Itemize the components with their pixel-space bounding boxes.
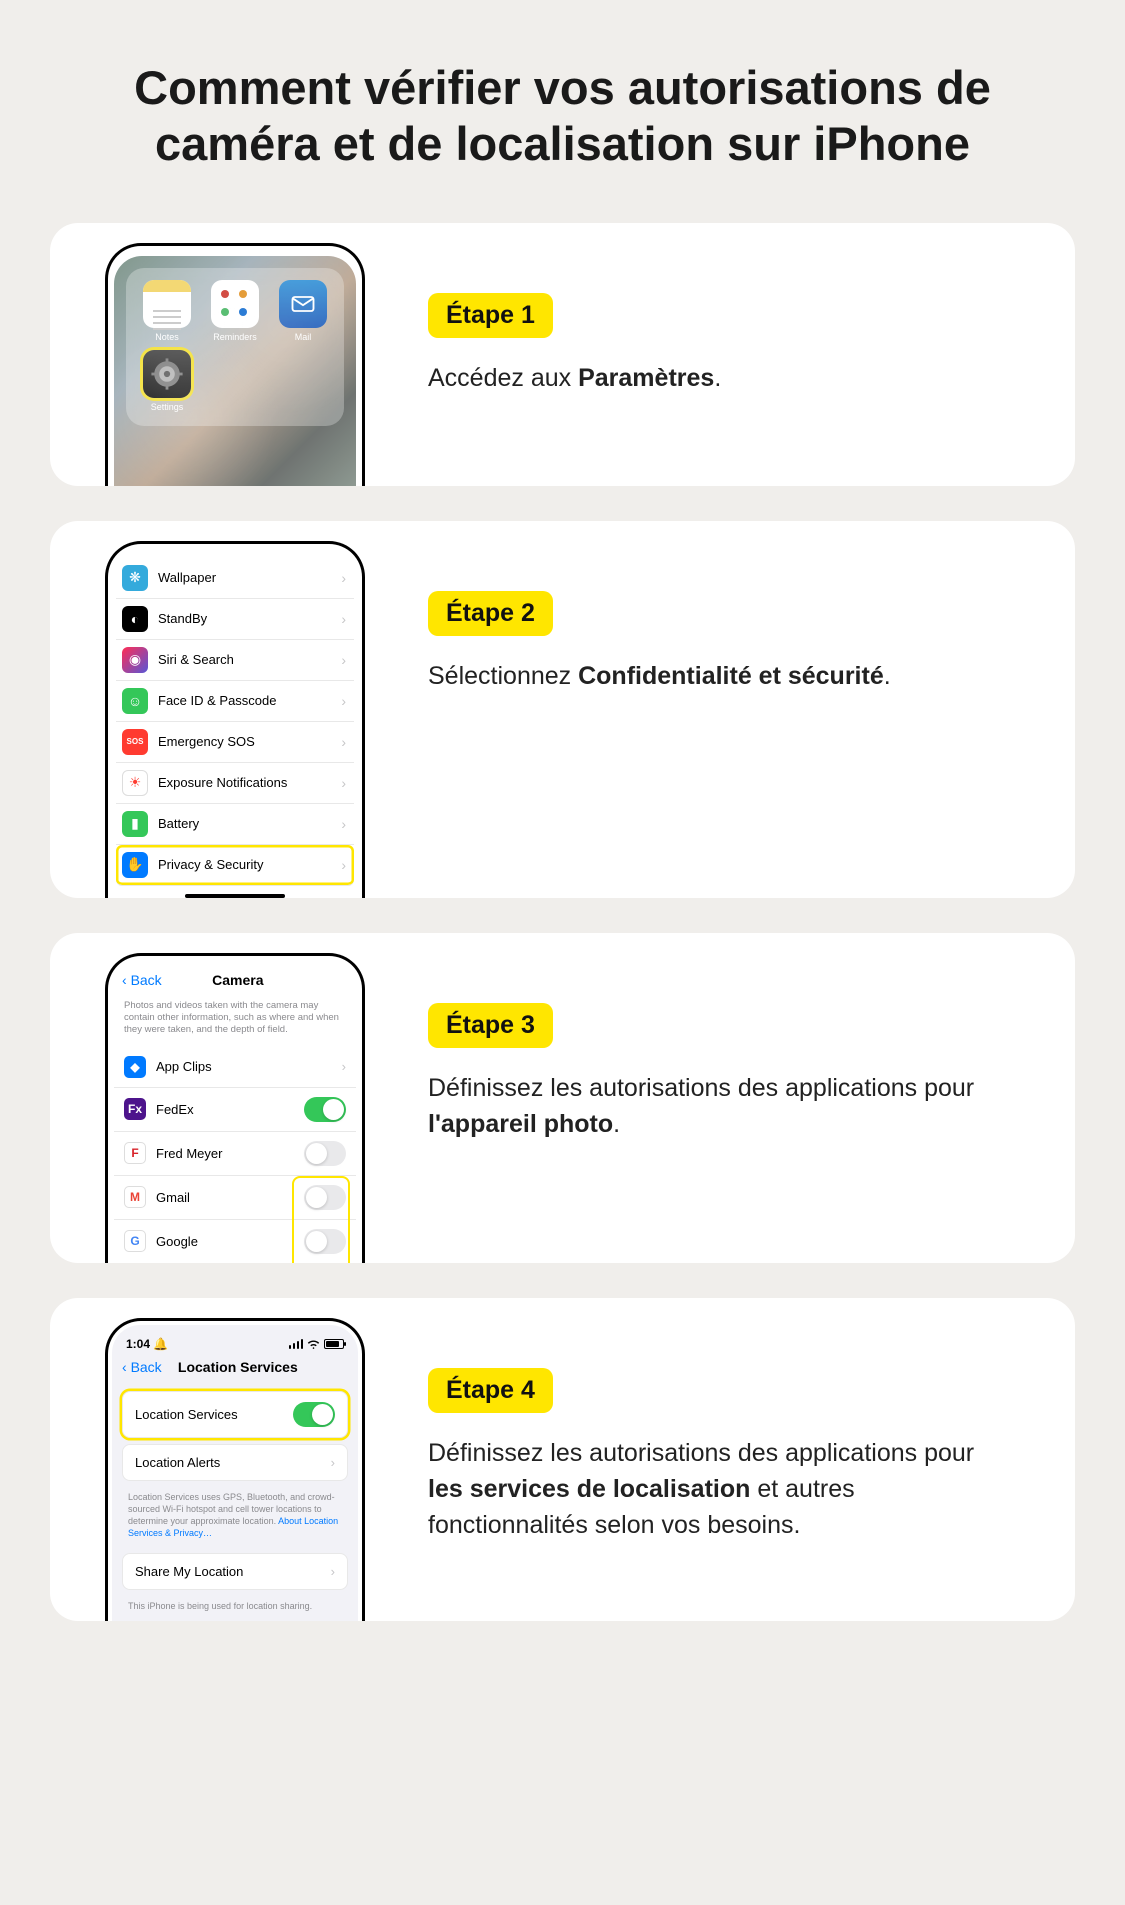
row-icon: ☺: [122, 688, 148, 714]
step-desc: Accédez aux Paramètres.: [428, 360, 1015, 396]
app-icon: ◆: [124, 1056, 146, 1078]
row-icon: ❋: [122, 565, 148, 591]
row-label: Emergency SOS: [158, 734, 255, 749]
chevron-right-icon: ›: [341, 775, 346, 791]
step-2-card: ❋ Wallpaper › ◐ StandBy › ◉ Siri & Search › ☺ Face…: [50, 521, 1075, 898]
step-badge: Étape 4: [428, 1368, 553, 1413]
permission-toggle[interactable]: [304, 1097, 346, 1122]
share-location-row[interactable]: Share My Location›: [123, 1554, 347, 1589]
phone-mock-step3: ‹ Back Camera Photos and videos taken wi…: [105, 953, 365, 1263]
app-permission-row[interactable]: Fx FedEx: [114, 1087, 356, 1131]
signal-icon: [289, 1339, 304, 1349]
location-title: Location Services: [128, 1359, 348, 1375]
step-3-card: ‹ Back Camera Photos and videos taken wi…: [50, 933, 1075, 1263]
location-footer: Location Services uses GPS, Bluetooth, a…: [114, 1487, 356, 1548]
app-name: App Clips: [156, 1059, 212, 1074]
location-toggle[interactable]: [293, 1402, 335, 1427]
camera-note: Photos and videos taken with the camera …: [114, 998, 356, 1047]
row-label: Face ID & Passcode: [158, 693, 277, 708]
chevron-right-icon: ›: [341, 816, 346, 832]
app-permission-row[interactable]: M Gmail: [114, 1175, 356, 1219]
step-desc: Définissez les autorisations des applica…: [428, 1070, 1015, 1143]
row-icon: ▮: [122, 811, 148, 837]
app-name: Fred Meyer: [156, 1146, 222, 1161]
battery-icon: [324, 1339, 344, 1349]
app-mail[interactable]: Mail: [272, 280, 334, 342]
row-icon: ◐: [122, 606, 148, 632]
row-label: Privacy & Security: [158, 857, 263, 872]
step-desc: Définissez les autorisations des applica…: [428, 1435, 1015, 1544]
chevron-right-icon: ›: [342, 1059, 346, 1074]
chevron-right-icon: ›: [341, 857, 346, 873]
settings-row[interactable]: ☀ Exposure Notifications ›: [116, 763, 354, 804]
settings-row[interactable]: ☺ Face ID & Passcode ›: [116, 681, 354, 722]
row-label: Siri & Search: [158, 652, 234, 667]
app-permission-row[interactable]: F Fred Meyer: [114, 1131, 356, 1175]
app-icon: M: [124, 1186, 146, 1208]
wifi-icon: [307, 1339, 320, 1349]
phone-mock-step2: ❋ Wallpaper › ◐ StandBy › ◉ Siri & Search › ☺ Face…: [105, 541, 365, 898]
chevron-right-icon: ›: [341, 734, 346, 750]
row-label: StandBy: [158, 611, 207, 626]
row-icon: ✋: [122, 852, 148, 878]
settings-row[interactable]: SOS Emergency SOS ›: [116, 722, 354, 763]
location-alerts-row[interactable]: Location Alerts›: [123, 1445, 347, 1480]
status-bar: 1:04 🔔: [114, 1331, 356, 1353]
step-badge: Étape 3: [428, 1003, 553, 1048]
row-icon: SOS: [122, 729, 148, 755]
chevron-right-icon: ›: [341, 652, 346, 668]
reminders-icon: [211, 280, 259, 328]
step-4-card: 1:04 🔔 ‹ Back Location Services Location…: [50, 1298, 1075, 1621]
app-icon: F: [124, 1142, 146, 1164]
chevron-right-icon: ›: [331, 1564, 335, 1579]
settings-row[interactable]: ▮ Battery ›: [116, 804, 354, 845]
chevron-right-icon: ›: [341, 570, 346, 586]
row-label: Exposure Notifications: [158, 775, 287, 790]
settings-row[interactable]: ✋ Privacy & Security ›: [116, 845, 354, 886]
app-permission-row[interactable]: G Google: [114, 1219, 356, 1263]
app-name: FedEx: [156, 1102, 194, 1117]
chevron-right-icon: ›: [331, 1455, 335, 1470]
home-indicator: [185, 894, 285, 898]
app-settings[interactable]: Settings: [136, 350, 198, 412]
mail-icon: [279, 280, 327, 328]
phone-mock-step4: 1:04 🔔 ‹ Back Location Services Location…: [105, 1318, 365, 1621]
chevron-right-icon: ›: [341, 693, 346, 709]
app-icon: G: [124, 1230, 146, 1252]
settings-row[interactable]: ◐ StandBy ›: [116, 599, 354, 640]
home-folder: Notes Reminders Mail: [126, 268, 344, 426]
step-badge: Étape 1: [428, 293, 553, 338]
location-services-row[interactable]: Location Services: [122, 1391, 348, 1438]
row-icon: ☀: [122, 770, 148, 796]
row-label: Wallpaper: [158, 570, 216, 585]
app-reminders[interactable]: Reminders: [204, 280, 266, 342]
step-desc: Sélectionnez Confidentialité et sécurité…: [428, 658, 1015, 694]
share-footer: This iPhone is being used for location s…: [114, 1596, 356, 1620]
phone-mock-step1: Notes Reminders Mail: [105, 243, 365, 486]
app-name: Google: [156, 1234, 198, 1249]
settings-row[interactable]: ❋ Wallpaper ›: [116, 558, 354, 599]
chevron-right-icon: ›: [341, 611, 346, 627]
step-badge: Étape 2: [428, 591, 553, 636]
app-notes[interactable]: Notes: [136, 280, 198, 342]
settings-icon: [143, 350, 191, 398]
permission-toggle[interactable]: [304, 1141, 346, 1166]
camera-title: Camera: [128, 972, 348, 988]
step-1-card: Notes Reminders Mail: [50, 223, 1075, 486]
permission-toggle[interactable]: [304, 1185, 346, 1210]
permission-toggle[interactable]: [304, 1229, 346, 1254]
app-permission-row[interactable]: ◆ App Clips ›: [114, 1047, 356, 1087]
notes-icon: [143, 280, 191, 328]
settings-row[interactable]: ◉ Siri & Search ›: [116, 640, 354, 681]
row-icon: ◉: [122, 647, 148, 673]
app-icon: Fx: [124, 1098, 146, 1120]
page-title: Comment vérifier vos autorisations de ca…: [50, 60, 1075, 173]
app-name: Gmail: [156, 1190, 190, 1205]
row-label: Battery: [158, 816, 199, 831]
